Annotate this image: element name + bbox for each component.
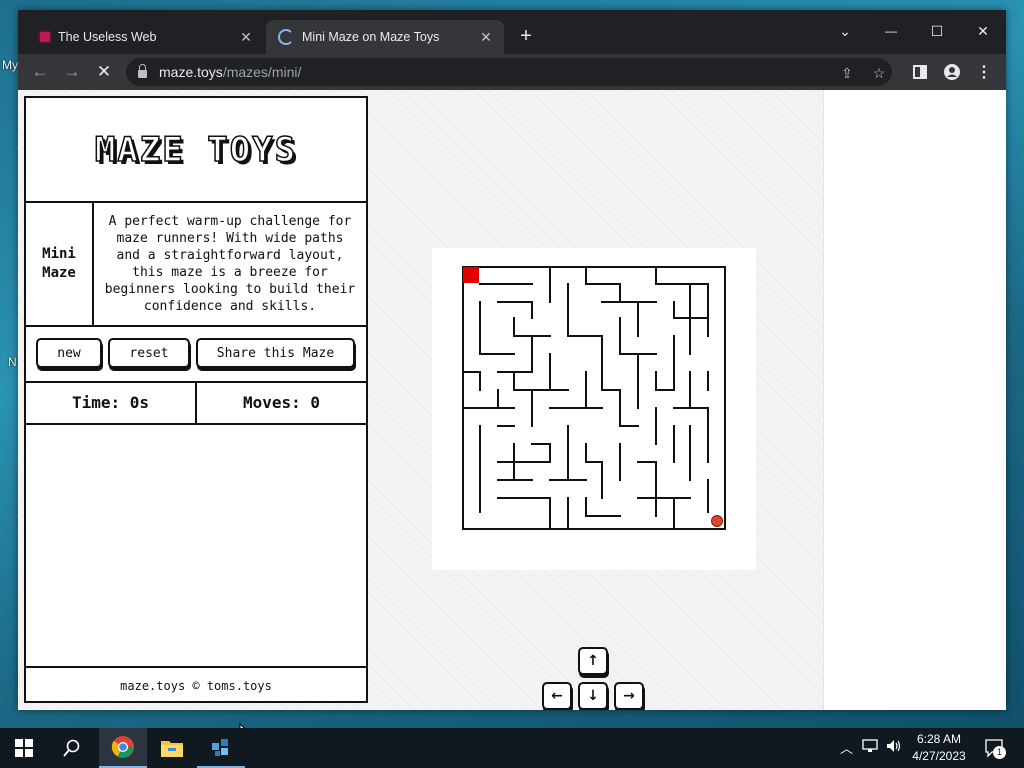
network-icon[interactable]: [862, 739, 878, 756]
menu-icon[interactable]: ⋮: [973, 61, 995, 83]
star-icon[interactable]: ☆: [870, 64, 888, 82]
tab-close-icon[interactable]: ✕: [238, 29, 254, 45]
maze-info-panel: MAZE TOYS Mini Maze A perfect warm-up ch…: [24, 96, 368, 703]
search-icon[interactable]: [48, 728, 96, 768]
profile-icon[interactable]: [941, 61, 963, 83]
start-icon[interactable]: [0, 728, 48, 768]
tab-title: Mini Maze on Maze Toys: [302, 30, 440, 44]
maximize-button[interactable]: ☐: [914, 16, 960, 46]
lock-icon[interactable]: [138, 64, 147, 78]
chrome-icon[interactable]: [99, 728, 147, 768]
desktop-icon-label[interactable]: My: [2, 58, 18, 72]
page-viewport: MAZE TOYS Mini Maze A perfect warm-up ch…: [18, 90, 1006, 710]
time-stat: Time: 0s: [26, 381, 197, 423]
file-explorer-icon[interactable]: [148, 728, 196, 768]
desktop-icon-label[interactable]: N: [8, 355, 17, 369]
arrow-down-button[interactable]: ↓: [578, 682, 608, 710]
notification-icon[interactable]: 1: [984, 738, 1006, 761]
clock[interactable]: 6:28 AM 4/27/2023: [908, 731, 970, 765]
arrow-up-button[interactable]: ↑: [578, 647, 608, 675]
tab-mini-maze[interactable]: Mini Maze on Maze Toys ✕: [266, 20, 504, 54]
arrow-right-button[interactable]: →: [614, 682, 644, 710]
browser-window: The Useless Web ✕ Mini Maze on Maze Toys…: [18, 10, 1006, 710]
browser-toolbar: ← → ✕ maze.toys/mazes/mini/ ⇪ ☆ ⋮: [18, 54, 1006, 90]
maze-player-icon: [711, 515, 723, 527]
maze-name: Mini Maze: [26, 203, 94, 325]
new-tab-button[interactable]: +: [516, 26, 536, 46]
maze-controls: new reset Share this Maze: [26, 325, 366, 383]
maze-start-marker: [463, 267, 479, 283]
moves-label: Moves:: [242, 392, 301, 412]
maze-description: A perfect warm-up challenge for maze run…: [104, 214, 356, 314]
new-maze-button[interactable]: new: [36, 338, 102, 368]
tab-search-dropdown-icon[interactable]: ⌄: [822, 16, 868, 46]
minimize-button[interactable]: —: [868, 16, 914, 46]
volume-icon[interactable]: [886, 739, 902, 756]
app-icon[interactable]: [197, 728, 245, 768]
loading-spinner-icon: [278, 29, 294, 45]
time-value: 0s: [129, 392, 150, 412]
taskbar: ︿ 6:28 AM 4/27/2023 1: [0, 728, 1024, 768]
share-icon[interactable]: ⇪: [838, 64, 856, 82]
address-bar[interactable]: maze.toys/mazes/mini/ ⇪ ☆: [126, 58, 892, 86]
favicon-icon: [40, 32, 50, 42]
url-path: /mazes/mini/: [222, 64, 302, 80]
tab-useless-web[interactable]: The Useless Web ✕: [28, 20, 264, 54]
url-host: maze.toys: [159, 64, 223, 80]
tab-title: The Useless Web: [58, 30, 157, 44]
clock-time: 6:28 AM: [916, 732, 962, 746]
tab-strip: The Useless Web ✕ Mini Maze on Maze Toys…: [18, 10, 1006, 54]
reset-button[interactable]: reset: [108, 338, 190, 368]
back-button[interactable]: ←: [28, 60, 52, 84]
moves-stat: Moves: 0: [197, 381, 366, 423]
stop-loading-button[interactable]: ✕: [92, 60, 116, 84]
side-panel-icon[interactable]: [909, 61, 931, 83]
tab-close-icon[interactable]: ✕: [478, 29, 494, 45]
show-hidden-icons-icon[interactable]: ︿: [840, 738, 853, 757]
moves-value: 0: [310, 392, 321, 412]
forward-button[interactable]: →: [60, 60, 84, 84]
arrow-left-button[interactable]: ←: [542, 682, 572, 710]
maze-board[interactable]: [462, 266, 726, 530]
maze-walls: [462, 266, 726, 530]
notification-count: 1: [993, 746, 1006, 759]
page-footer[interactable]: maze.toys © toms.toys: [26, 666, 366, 703]
clock-date: 4/27/2023: [912, 749, 966, 763]
close-window-button[interactable]: ✕: [960, 16, 1006, 46]
maze-toys-logo[interactable]: MAZE TOYS: [26, 98, 366, 203]
share-maze-button[interactable]: Share this Maze: [196, 338, 355, 368]
time-label: Time:: [71, 392, 121, 412]
page-right-margin: [823, 90, 1006, 710]
stats-row: Time: 0s Moves: 0: [26, 381, 366, 425]
